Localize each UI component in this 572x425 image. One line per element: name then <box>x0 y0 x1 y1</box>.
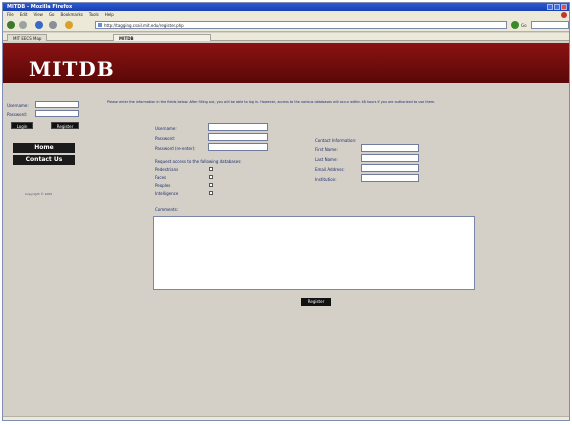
tab-label: MIT EECS Map <box>13 36 42 41</box>
menu-bar: File Edit View Go Bookmarks Tools Help <box>3 11 569 18</box>
menu-edit[interactable]: Edit <box>20 12 28 17</box>
window-title: MITDB - Mozilla Firefox <box>7 4 73 10</box>
username-label: Username: <box>155 126 177 131</box>
close-icon[interactable] <box>561 4 567 10</box>
maximize-icon[interactable] <box>554 4 560 10</box>
forward-icon[interactable] <box>19 21 27 29</box>
database-label-pedestrians: Pedestrians <box>155 167 179 172</box>
navigation-toolbar: http://tagging.csail.mit.edu/register.ph… <box>3 18 569 32</box>
institution-input[interactable] <box>361 174 419 182</box>
home-nav-button[interactable]: Home <box>13 143 75 153</box>
title-bar: MITDB - Mozilla Firefox <box>3 3 569 11</box>
database-label-peoples: Peoples <box>155 183 171 188</box>
register-submit-button[interactable]: Register <box>301 298 331 306</box>
database-label-intelligence: Intelligence <box>155 191 179 196</box>
first-name-label: First Name: <box>315 147 338 152</box>
username-input[interactable] <box>208 123 268 131</box>
sidebar-password-input[interactable] <box>35 110 79 117</box>
tab-mit-eecs-map[interactable]: MIT EECS Map <box>7 34 48 41</box>
institution-label: Institution: <box>315 177 337 182</box>
first-name-input[interactable] <box>361 144 419 152</box>
last-name-input[interactable] <box>361 154 419 162</box>
menu-bookmarks[interactable]: Bookmarks <box>61 12 83 17</box>
email-label: Email Address: <box>315 167 345 172</box>
sidebar-password-label: Password: <box>7 112 28 117</box>
browser-window: MITDB - Mozilla Firefox File Edit View G… <box>2 2 570 421</box>
email-input[interactable] <box>361 164 419 172</box>
database-checkbox-faces[interactable] <box>209 175 213 179</box>
menu-tools[interactable]: Tools <box>89 12 99 17</box>
database-checkbox-peoples[interactable] <box>209 183 213 187</box>
contact-heading: Contact Information: <box>315 138 357 143</box>
password-reenter-label: Password (re-enter): <box>155 146 196 151</box>
go-label[interactable]: Go <box>521 23 527 28</box>
site-title: MITDB <box>29 57 115 81</box>
window-controls <box>547 4 567 10</box>
login-button[interactable]: Login <box>11 122 33 129</box>
tab-label: MITDB <box>119 36 134 41</box>
comments-textarea[interactable] <box>153 216 475 290</box>
site-banner: MITDB <box>3 43 569 83</box>
menu-file[interactable]: File <box>7 12 14 17</box>
databases-heading: Request access to the following database… <box>155 159 242 164</box>
tab-bar: MIT EECS Map MITDB <box>3 33 569 41</box>
back-icon[interactable] <box>7 21 15 29</box>
sidebar-register-button[interactable]: Register <box>51 122 79 129</box>
intro-text: Please enter the information in the fiel… <box>107 100 436 104</box>
database-checkbox-pedestrians[interactable] <box>209 167 213 171</box>
comments-label: Comments: <box>155 207 179 212</box>
stop-icon[interactable] <box>49 21 57 29</box>
minimize-icon[interactable] <box>547 4 553 10</box>
last-name-label: Last Name: <box>315 157 338 162</box>
contact-nav-button[interactable]: Contact Us <box>13 155 75 165</box>
menu-help[interactable]: Help <box>105 12 114 17</box>
password-reenter-input[interactable] <box>208 143 268 151</box>
database-label-faces: Faces <box>155 175 167 180</box>
password-input[interactable] <box>208 133 268 141</box>
address-bar[interactable]: http://tagging.csail.mit.edu/register.ph… <box>95 21 507 29</box>
page-content: Username: Password: Login Register Home … <box>3 85 569 420</box>
home-icon[interactable] <box>65 21 73 29</box>
menu-go[interactable]: Go <box>49 12 55 17</box>
go-icon[interactable] <box>511 21 519 29</box>
sidebar-username-input[interactable] <box>35 101 79 108</box>
browser-logo-icon <box>561 11 567 18</box>
status-bar <box>3 416 569 420</box>
password-label: Password: <box>155 136 176 141</box>
tab-mitdb[interactable]: MITDB <box>113 34 211 41</box>
sidebar-username-label: Username: <box>7 103 29 108</box>
copyright-text: Copyright © 2005 <box>25 192 53 196</box>
database-checkbox-intelligence[interactable] <box>209 191 213 195</box>
reload-icon[interactable] <box>35 21 43 29</box>
menu-view[interactable]: View <box>33 12 43 17</box>
search-input[interactable] <box>531 21 569 29</box>
